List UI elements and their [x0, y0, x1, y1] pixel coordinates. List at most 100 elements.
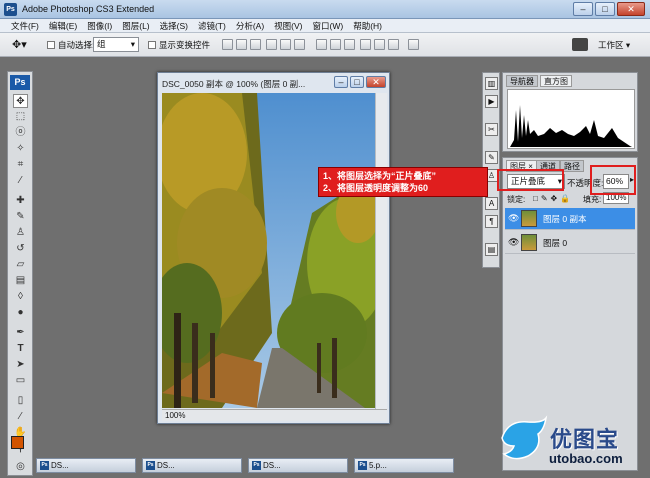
maximize-button[interactable]: □ — [595, 2, 615, 16]
layer-comps-icon[interactable]: ▤ — [485, 243, 498, 256]
doc-close-button[interactable]: ✕ — [366, 76, 386, 88]
doc-maximize-button[interactable]: □ — [350, 76, 364, 88]
window-title: Adobe Photoshop CS3 Extended — [22, 4, 155, 14]
tab-histogram[interactable]: 直方图 — [540, 75, 572, 87]
bridge-icon[interactable] — [572, 38, 588, 51]
layer-row-base[interactable]: 👁 图层 0 — [505, 232, 635, 254]
eye-icon[interactable]: 👁 — [508, 237, 519, 248]
brushes-panel-icon[interactable]: ✎ — [485, 151, 498, 164]
distribute-hcenter-icon[interactable] — [374, 39, 385, 50]
menu-filter[interactable]: 滤镜(T) — [193, 19, 231, 32]
histogram-graph — [510, 105, 632, 147]
tab-navigator[interactable]: 导航器 — [506, 75, 538, 87]
doc-tab-1[interactable]: Ps DS... — [36, 458, 136, 473]
menu-window[interactable]: 窗口(W) — [308, 19, 349, 32]
auto-align-icon[interactable] — [408, 39, 419, 50]
align-bottom-icon[interactable] — [250, 39, 261, 50]
layer-name: 图层 0 — [543, 238, 568, 248]
menu-edit[interactable]: 编辑(E) — [44, 19, 82, 32]
doc-tab-label: DS... — [263, 461, 281, 470]
layer-row-copy[interactable]: 👁 图层 0 副本 — [505, 208, 635, 230]
brush-tool-icon[interactable]: ✎ — [13, 210, 28, 224]
zoom-level[interactable]: 100% — [165, 411, 185, 420]
lasso-tool-icon[interactable]: ⓞ — [13, 126, 28, 140]
pen-tool-icon[interactable]: ✒ — [13, 326, 28, 340]
image-canvas[interactable] — [162, 93, 375, 408]
eyedropper2-tool-icon[interactable]: ⁄ — [13, 410, 28, 424]
paragraph-panel-icon[interactable]: ¶ — [485, 215, 498, 228]
histogram-panel-icon[interactable]: ▥ — [485, 77, 498, 90]
move-tool-icon[interactable]: ✥ — [13, 94, 28, 108]
doc-minimize-button[interactable]: – — [334, 76, 348, 88]
quick-mask-icon[interactable]: ◎ — [13, 460, 28, 474]
distribute-bottom-icon[interactable] — [344, 39, 355, 50]
crop-tool-icon[interactable]: ⌗ — [13, 158, 28, 172]
watermark-url: utobao.com — [549, 451, 623, 466]
app-icon: Ps — [4, 3, 17, 16]
menu-help[interactable]: 帮助(H) — [348, 19, 387, 32]
ps-doc-icon: Ps — [252, 461, 261, 471]
dodge-tool-icon[interactable]: ● — [13, 306, 28, 320]
type-tool-icon[interactable]: T — [13, 342, 28, 356]
minimize-button[interactable]: – — [573, 2, 593, 16]
move-tool-icon[interactable]: ✥▾ — [12, 38, 27, 51]
menu-select[interactable]: 选择(S) — [155, 19, 193, 32]
callout-line-1: 1、将图层选择为“正片叠底” — [323, 171, 437, 181]
vertical-scrollbar[interactable] — [375, 93, 387, 409]
chevron-down-icon: ▾ — [130, 39, 135, 49]
eye-icon[interactable]: 👁 — [508, 213, 519, 224]
auto-select-value: 组 — [97, 39, 106, 49]
toolbox: Ps ✥ ⬚ ⓞ ✧ ⌗ ⁄ ✚ ✎ ♙ ↺ ▱ ▤ ◊ ● ✒ T ➤ ▭ ▯… — [7, 71, 33, 476]
doc-tab-label: 5.p... — [369, 461, 387, 470]
menu-file[interactable]: 文件(F) — [6, 19, 44, 32]
title-bar: Ps Adobe Photoshop CS3 Extended – □ ✕ — [0, 0, 650, 19]
ps-doc-icon: Ps — [146, 461, 155, 471]
menu-image[interactable]: 图像(I) — [82, 19, 117, 32]
doc-tab-4[interactable]: Ps 5.p... — [354, 458, 454, 473]
menu-view[interactable]: 视图(V) — [269, 19, 307, 32]
workspace-menu[interactable]: 工作区 ▾ — [598, 39, 630, 51]
auto-select-checkbox[interactable] — [47, 41, 55, 49]
distribute-top-icon[interactable] — [316, 39, 327, 50]
bird-logo-icon — [501, 415, 548, 460]
menu-layer[interactable]: 图层(L) — [117, 19, 154, 32]
show-transform-checkbox[interactable] — [148, 41, 156, 49]
doc-tab-2[interactable]: Ps DS... — [142, 458, 242, 473]
doc-tab-3[interactable]: Ps DS... — [248, 458, 348, 473]
path-selection-tool-icon[interactable]: ➤ — [13, 358, 28, 372]
distribute-right-icon[interactable] — [388, 39, 399, 50]
align-left-icon[interactable] — [266, 39, 277, 50]
fill-label: 填充: — [583, 195, 602, 204]
eraser-tool-icon[interactable]: ▱ — [13, 258, 28, 272]
align-right-icon[interactable] — [294, 39, 305, 50]
character-panel-icon[interactable]: A — [485, 197, 498, 210]
tools-preset-icon[interactable]: ✂ — [485, 123, 498, 136]
ps-logo: Ps — [10, 75, 30, 90]
blur-tool-icon[interactable]: ◊ — [13, 290, 28, 304]
actions-panel-icon[interactable]: ▶ — [485, 95, 498, 108]
marquee-tool-icon[interactable]: ⬚ — [13, 110, 28, 124]
healing-brush-tool-icon[interactable]: ✚ — [13, 194, 28, 208]
distribute-vcenter-icon[interactable] — [330, 39, 341, 50]
gradient-tool-icon[interactable]: ▤ — [13, 274, 28, 288]
lock-icons[interactable]: □✎✥🔒 — [533, 194, 573, 203]
auto-select-dropdown[interactable]: 组 ▾ — [93, 37, 139, 52]
history-brush-tool-icon[interactable]: ↺ — [13, 242, 28, 256]
doc-tab-label: DS... — [157, 461, 175, 470]
foreground-color-swatch[interactable] — [11, 436, 24, 449]
magic-wand-tool-icon[interactable]: ✧ — [13, 142, 28, 156]
distribute-left-icon[interactable] — [360, 39, 371, 50]
align-vcenter-icon[interactable] — [236, 39, 247, 50]
align-hcenter-icon[interactable] — [280, 39, 291, 50]
watermark-text: 优图宝 — [550, 427, 620, 452]
notes-tool-icon[interactable]: ▯ — [13, 394, 28, 408]
opacity-highlight — [590, 165, 636, 195]
clone-stamp-tool-icon[interactable]: ♙ — [13, 226, 28, 240]
menu-analysis[interactable]: 分析(A) — [231, 19, 269, 32]
options-bar: ✥▾ 自动选择: 组 ▾ 显示变换控件 工作区 ▾ — [0, 33, 650, 57]
close-button[interactable]: ✕ — [617, 2, 645, 16]
eyedropper-tool-icon[interactable]: ⁄ — [13, 174, 28, 188]
shape-tool-icon[interactable]: ▭ — [13, 374, 28, 388]
align-top-icon[interactable] — [222, 39, 233, 50]
instruction-callout: 1、将图层选择为“正片叠底” 2、将图层透明度调整为60 — [318, 167, 488, 197]
